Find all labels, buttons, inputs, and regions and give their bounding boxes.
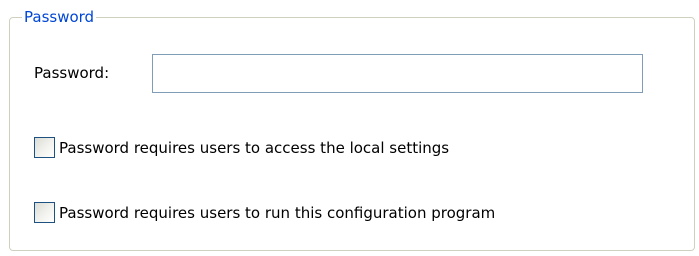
password-input[interactable]	[152, 54, 643, 93]
access-local-settings-label[interactable]: Password requires users to access the lo…	[59, 139, 449, 157]
password-label: Password:	[34, 64, 110, 82]
access-local-settings-checkbox[interactable]	[34, 137, 55, 158]
run-config-program-checkbox[interactable]	[34, 202, 55, 223]
groupbox-title: Password	[22, 8, 97, 26]
access-local-settings-option[interactable]: Password requires users to access the lo…	[34, 137, 449, 158]
run-config-program-label[interactable]: Password requires users to run this conf…	[59, 204, 495, 222]
run-config-program-option[interactable]: Password requires users to run this conf…	[34, 202, 495, 223]
